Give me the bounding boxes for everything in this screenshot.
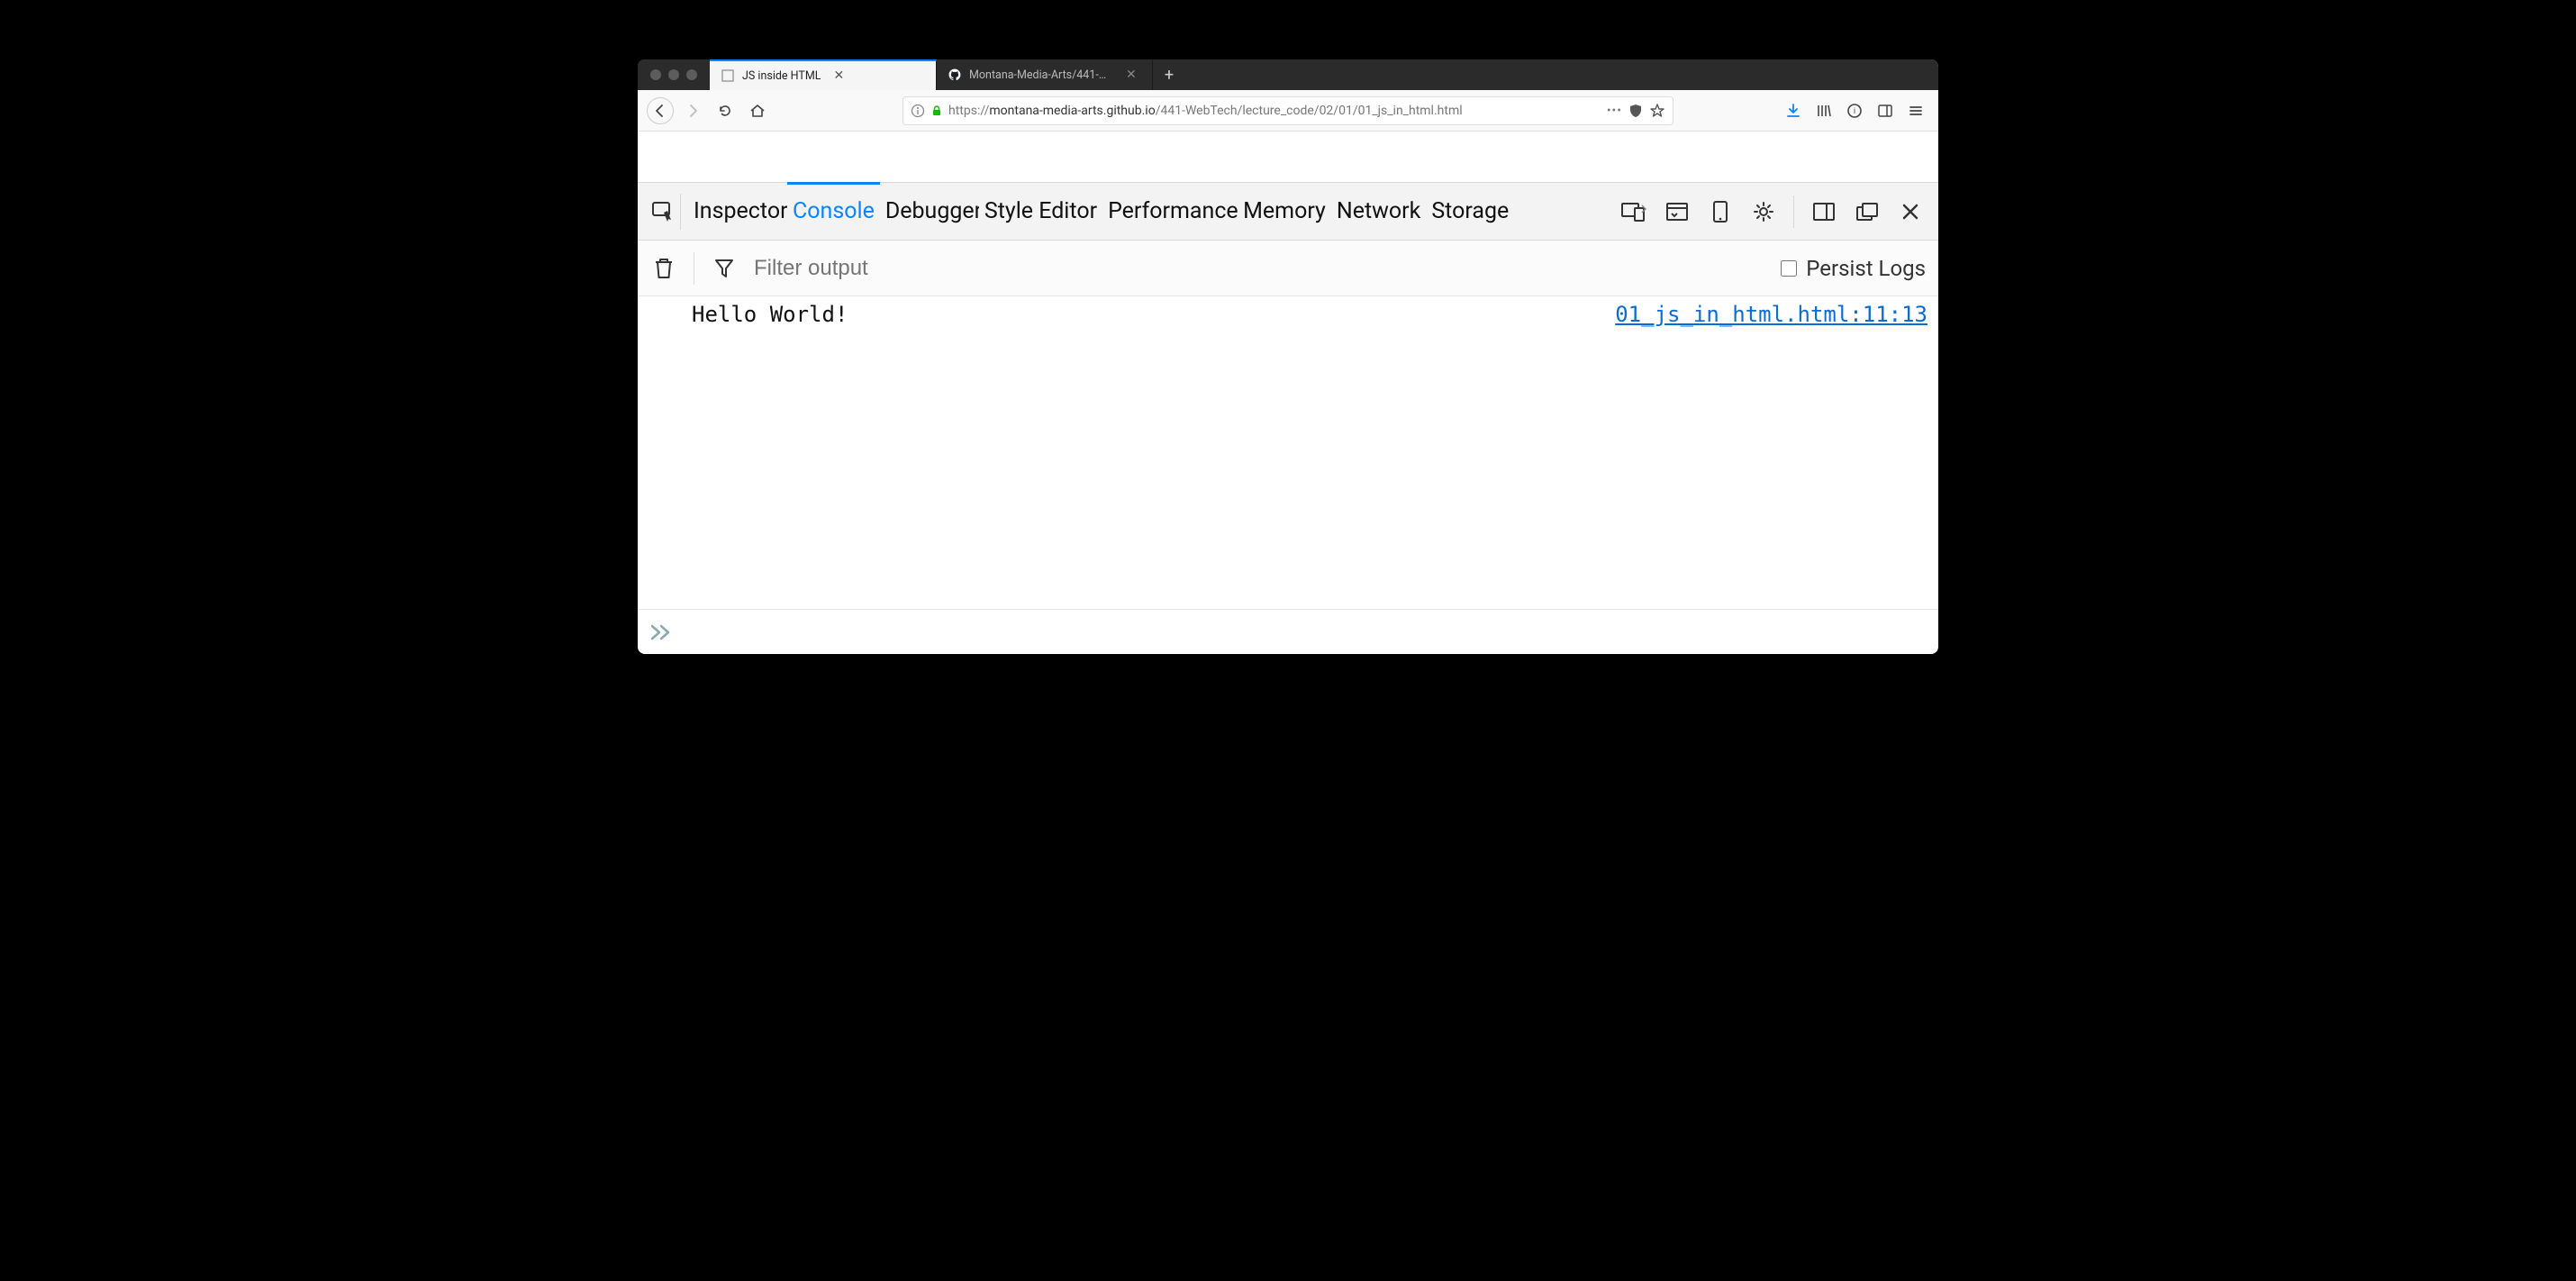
page-actions-icon[interactable]: ••• — [1607, 104, 1622, 118]
window-minimize-icon[interactable] — [668, 69, 679, 80]
window-controls — [638, 59, 710, 90]
responsive-design-icon[interactable] — [1620, 198, 1647, 225]
phone-icon[interactable] — [1707, 198, 1734, 225]
separator — [1793, 195, 1794, 228]
settings-gear-icon[interactable] — [1750, 198, 1777, 225]
popout-icon[interactable] — [1854, 198, 1881, 225]
persist-logs-toggle[interactable]: Persist Logs — [1781, 256, 1926, 281]
console-row: Hello World! 01_js_in_html.html:11:13 — [638, 296, 1938, 332]
persist-logs-checkbox[interactable] — [1781, 260, 1797, 277]
github-favicon-icon — [948, 68, 962, 82]
nav-toolbar: https://montana-media-arts.github.io/441… — [638, 90, 1938, 132]
forward-button[interactable] — [679, 97, 706, 124]
addon-button[interactable]: i — [1841, 97, 1868, 124]
devtools-tab-console[interactable]: Console — [787, 182, 880, 239]
downloads-button[interactable] — [1780, 97, 1807, 124]
library-button[interactable] — [1810, 97, 1837, 124]
sidebar-button[interactable] — [1872, 97, 1899, 124]
iframe-picker-icon[interactable] — [1664, 198, 1691, 225]
console-source-link[interactable]: 01_js_in_html.html:11:13 — [1615, 302, 1927, 327]
tracking-protection-icon[interactable] — [1628, 103, 1644, 119]
filter-funnel-icon[interactable] — [711, 255, 738, 282]
lock-icon — [930, 104, 943, 117]
tab-close-icon[interactable]: ✕ — [1126, 68, 1137, 82]
tab-close-icon[interactable]: ✕ — [833, 68, 844, 83]
tab-title: JS inside HTML — [742, 69, 821, 83]
devtools-tab-network[interactable]: Network — [1331, 183, 1426, 240]
url-text: https://montana-media-arts.github.io/441… — [948, 104, 1601, 118]
home-button[interactable] — [744, 97, 771, 124]
app-menu-button[interactable] — [1902, 97, 1929, 124]
window-close-icon[interactable] — [650, 69, 661, 80]
page-favicon-icon — [721, 68, 735, 83]
tab-inactive[interactable]: Montana-Media-Arts/441-Web ✕ — [937, 59, 1153, 90]
clear-console-icon[interactable] — [650, 255, 677, 282]
devtools-tab-memory[interactable]: Memory — [1238, 183, 1331, 240]
persist-logs-label: Persist Logs — [1806, 256, 1926, 281]
devtools-tabbar: Inspector Console Debugger Style Editor … — [638, 183, 1938, 241]
devtools-tab-styleeditor[interactable]: Style Editor — [979, 183, 1102, 240]
url-protocol: https:// — [948, 104, 989, 118]
console-message: Hello World! — [692, 302, 848, 327]
url-path: /441-WebTech/lecture_code/02/01/01_js_in… — [1156, 104, 1463, 118]
browser-window: JS inside HTML ✕ Montana-Media-Arts/441-… — [638, 59, 1938, 654]
window-zoom-icon[interactable] — [686, 69, 697, 80]
devtools-right-controls — [1620, 195, 1931, 228]
devtools-tab-storage[interactable]: Storage — [1426, 183, 1514, 240]
tab-title: Montana-Media-Arts/441-Web — [969, 68, 1113, 82]
bookmark-star-icon[interactable] — [1649, 103, 1665, 119]
back-button[interactable] — [647, 97, 674, 124]
devtools-tab-inspector[interactable]: Inspector — [688, 183, 787, 240]
devtools-tab-performance[interactable]: Performance — [1102, 183, 1238, 240]
page-content — [638, 132, 1938, 182]
url-host: montana-media-arts.github.io — [989, 104, 1155, 118]
tab-active[interactable]: JS inside HTML ✕ — [710, 59, 937, 90]
console-filter-bar: Persist Logs — [638, 241, 1938, 296]
prompt-chevron-icon — [650, 624, 672, 640]
reload-button[interactable] — [712, 97, 739, 124]
close-devtools-icon[interactable] — [1897, 198, 1924, 225]
element-picker-icon[interactable] — [645, 194, 681, 230]
new-tab-button[interactable]: + — [1153, 59, 1185, 90]
site-info-icon[interactable] — [911, 104, 925, 118]
url-bar[interactable]: https://montana-media-arts.github.io/441… — [903, 96, 1673, 125]
filter-output-input[interactable] — [754, 256, 1764, 281]
dock-side-icon[interactable] — [1810, 198, 1837, 225]
devtools-tab-debugger[interactable]: Debugger — [880, 183, 979, 240]
tab-bar: JS inside HTML ✕ Montana-Media-Arts/441-… — [638, 59, 1938, 90]
console-prompt[interactable] — [638, 609, 1938, 654]
svg-text:i: i — [1854, 106, 1855, 115]
console-output: Hello World! 01_js_in_html.html:11:13 — [638, 296, 1938, 609]
toolbar-right: i — [1780, 97, 1929, 124]
devtools-panel: Inspector Console Debugger Style Editor … — [638, 182, 1938, 654]
